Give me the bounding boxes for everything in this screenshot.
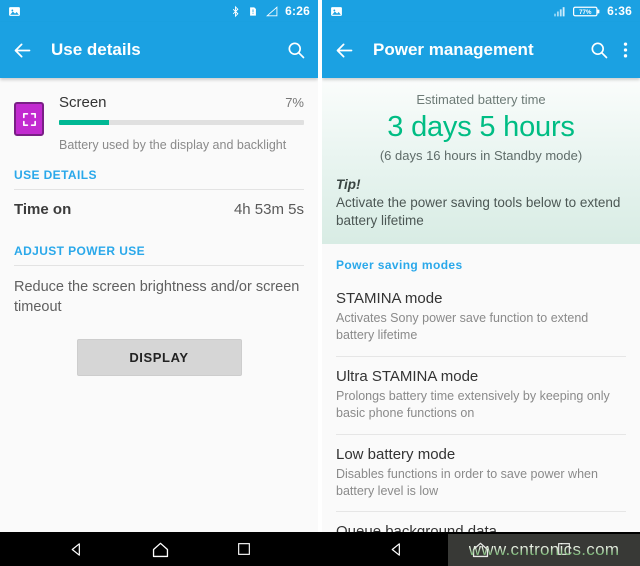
overflow-menu-icon[interactable] [623,40,628,60]
search-icon[interactable] [286,40,306,60]
estimated-battery-value: 3 days 5 hours [387,111,575,143]
screen-usage-entry[interactable]: Screen 7% Battery used by the display an… [0,78,318,154]
power-advice-text: Reduce the screen brightness and/or scre… [14,278,300,315]
use-details-header: USE DETAILS [14,167,97,182]
screen-entry-percent: 7% [285,95,304,110]
left-app-bar: Use details [0,22,318,78]
signal-icon [265,5,278,17]
battery-icon: 77% [573,5,600,18]
right-status-time: 6:36 [607,4,632,18]
page-title: Use details [51,40,141,59]
watermark-text: www.cntronics.com [468,540,620,559]
screen-brightness-icon [14,102,44,136]
screenshot-root: 6:26 Use details Screen 7% Battery used … [0,0,640,566]
left-nav-buttons [0,532,320,566]
watermark: www.cntronics.com [448,534,640,566]
home-icon[interactable] [140,541,180,558]
back-triangle-icon[interactable] [376,541,416,558]
sim-alert-icon [248,5,258,18]
adjust-power-use-header: ADJUST POWER USE [14,243,146,258]
list-item-description: Disables functions in order to save powe… [336,466,598,498]
right-app-bar: Power management [322,22,640,78]
standby-note: (6 days 16 hours in Standby mode) [379,148,583,163]
list-item[interactable]: STAMINA mode Activates Sony power save fu… [322,279,640,356]
right-status-bar: 77% 6:36 [322,0,640,22]
time-on-value: 4h 53m 5s [233,200,304,218]
signal-bars-icon [553,6,566,17]
left-status-time: 6:26 [285,4,310,18]
power-saving-modes-list: STAMINA mode Activates Sony power save fu… [322,279,640,553]
right-phone-panel: 77% 6:36 Power management Estimated batt… [322,0,640,566]
display-button[interactable]: DISPLAY [76,338,242,376]
list-item-description: Activates Sony power save function to ex… [336,311,589,343]
list-item-title: Low battery mode [336,445,456,463]
tip-body: Activate the power saving tools below to… [336,195,621,229]
estimated-battery-label: Estimated battery time [416,92,546,107]
list-item[interactable]: Low battery mode Disables functions in or… [322,435,640,512]
search-icon[interactable] [589,40,609,60]
tip-title: Tip! [336,177,361,192]
left-status-bar: 6:26 [0,0,318,22]
power-saving-modes-header: Power saving modes [336,258,463,273]
screen-entry-description: Battery used by the display and backligh… [59,138,287,152]
image-icon [330,5,343,18]
list-item-description: Prolongs battery time extensively by kee… [336,388,610,420]
screen-entry-title: Screen [59,94,107,111]
time-on-label: Time on [14,200,72,218]
bluetooth-icon [230,5,241,18]
left-content: Screen 7% Battery used by the display an… [0,78,318,532]
estimated-battery-card: Estimated battery time 3 days 5 hours (6… [322,78,640,245]
recents-square-icon[interactable] [224,541,264,557]
back-arrow-icon[interactable] [12,40,33,61]
back-arrow-icon[interactable] [334,40,355,61]
left-phone-panel: 6:26 Use details Screen 7% Battery used … [0,0,318,566]
list-item-title: STAMINA mode [336,290,443,308]
list-item-title: Ultra STAMINA mode [336,367,479,385]
image-icon [8,5,21,18]
page-title: Power management [373,40,534,59]
time-on-row: Time on 4h 53m 5s [0,190,318,230]
battery-usage-progress [59,120,304,125]
svg-text:77%: 77% [579,9,592,16]
list-item[interactable]: Ultra STAMINA mode Prolongs battery time … [322,357,640,434]
back-triangle-icon[interactable] [56,541,96,558]
battery-usage-progress-fill [59,120,109,125]
